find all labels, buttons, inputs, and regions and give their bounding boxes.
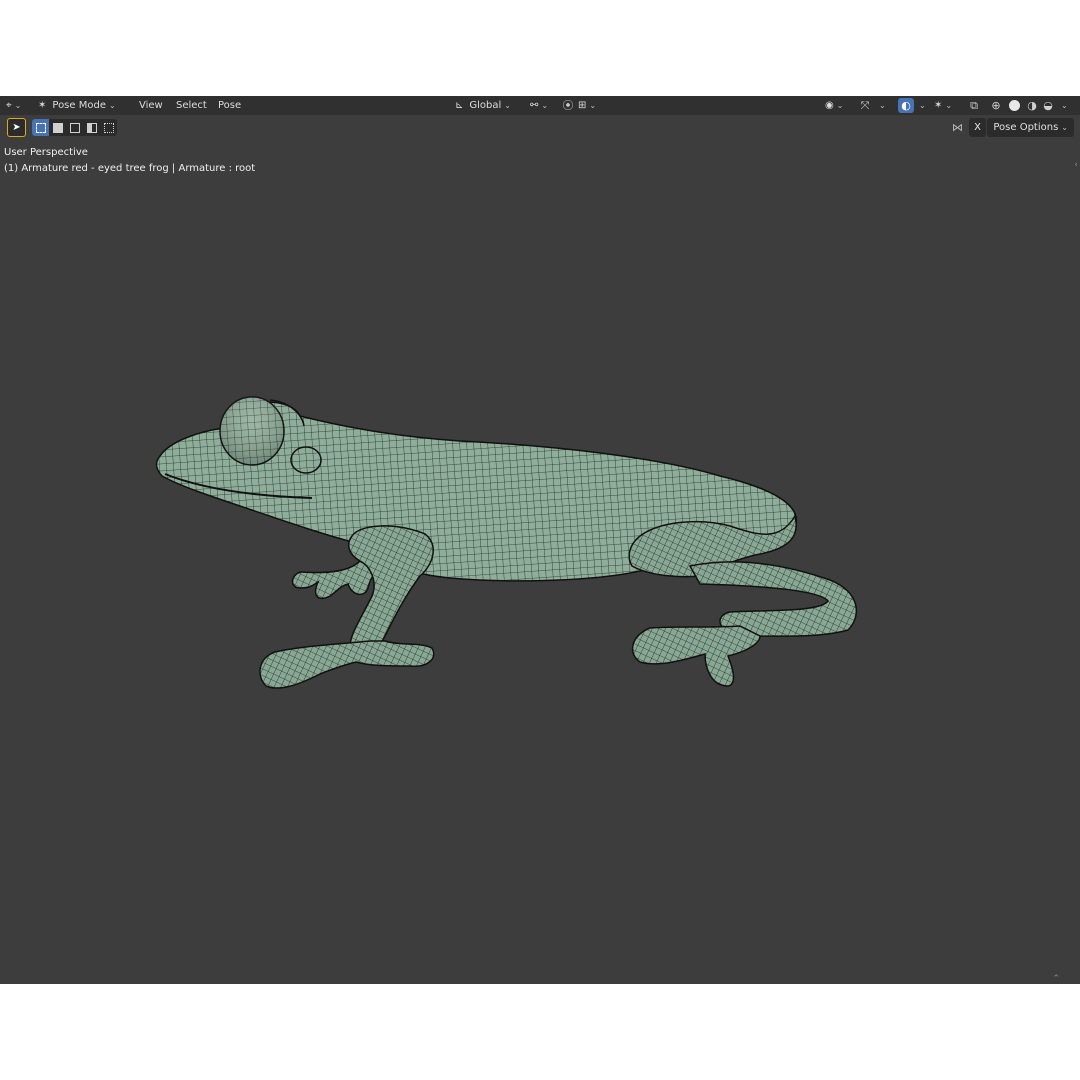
sidebar-toggle-icon[interactable]: ‹ [1074,160,1078,170]
select-invert-icon[interactable] [83,119,100,136]
chevron-down-icon: ⌄ [836,101,844,110]
select-intersect-icon[interactable] [100,119,117,136]
menu-view[interactable]: View [139,96,163,115]
frog-hind-foot [631,625,761,687]
chevron-down-icon: ⌄ [919,101,926,110]
mode-label: Pose Mode [52,100,106,111]
tool-settings-row: ➤ ⋈ X Pose Options ⌄ [0,115,1080,140]
selection-mode-group [32,119,117,136]
wireframe-shading-icon[interactable]: ⊕ [988,98,1004,113]
pivot-point-selector[interactable]: ⚯ ⌄ [530,96,548,115]
rendered-shading-icon[interactable]: ◒ [1040,98,1056,113]
menu-pose[interactable]: Pose [218,96,241,115]
select-tool-icon[interactable]: ➤ [7,118,26,137]
overlays-icon[interactable]: ◐ [898,98,914,113]
transform-orientation-selector[interactable]: ⊾ Global ⌄ [455,96,511,115]
pose-mode-icon: ✶ [38,100,47,111]
pose-options-label: Pose Options [993,122,1059,133]
gizmo-icon[interactable]: ⤧ [856,98,874,113]
overlays-dropdown[interactable]: ⌄ [916,96,926,115]
view-perspective-label: User Perspective [4,147,88,158]
chevron-down-icon: ⌄ [108,101,116,110]
mirror-icon: ⋈ [952,121,963,134]
select-extend-icon[interactable] [49,119,66,136]
menu-select[interactable]: Select [176,96,207,115]
material-shading-icon[interactable]: ◑ [1024,98,1040,113]
chevron-down-icon: ⌄ [945,101,953,110]
snap-icon[interactable]: ⦿ [560,98,576,113]
chevron-down-icon: ⌄ [14,101,22,110]
solid-shading-icon[interactable] [1006,98,1022,113]
snap-increment-icon: ⊞ [578,100,587,111]
mode-selector[interactable]: ✶ Pose Mode ⌄ [38,96,116,115]
frog-hind-shin [688,561,857,637]
editor-type-selector[interactable]: ⌖ ⌄ [6,96,21,115]
pose-options-dropdown[interactable]: Pose Options ⌄ [987,118,1074,137]
snap-target-selector[interactable]: ⊞ ⌄ [578,96,596,115]
axes-icon: ⊾ [455,100,464,111]
viewport-canvas[interactable] [0,96,1080,984]
editor-type-icon: ⌖ [6,100,12,111]
bone-icon: ✶ [934,100,943,111]
xray-icon[interactable]: ⧉ [966,98,982,113]
select-subtract-icon[interactable] [66,119,83,136]
visibility-selector[interactable]: ◉ ⌄ [825,96,843,115]
viewport-header: ⌖ ⌄ ✶ Pose Mode ⌄ View Select Pose ⊾ Glob… [0,96,1080,115]
bone-overlays-selector[interactable]: ✶ ⌄ [934,96,952,115]
chevron-down-icon: ⌄ [504,101,511,110]
frog-front-foot [259,640,435,689]
active-object-info: (1) Armature red - eyed tree frog | Arma… [4,163,256,174]
x-mirror-toggle[interactable]: X [969,118,986,137]
gizmo-dropdown[interactable]: ⌄ [876,96,886,115]
shading-dropdown[interactable]: ⌄ [1058,96,1068,115]
frog-tympanum [290,446,322,474]
pivot-icon: ⚯ [530,100,539,111]
eye-icon: ◉ [825,100,834,111]
frog-mesh[interactable] [155,396,857,689]
select-new-icon[interactable] [32,119,49,136]
transform-orientation-label: Global [469,100,502,111]
chevron-down-icon: ⌄ [1061,101,1068,110]
chevron-down-icon: ⌄ [589,101,597,110]
collapse-up-icon[interactable]: ⌃ [1052,974,1060,984]
blender-3d-viewport[interactable]: ⌖ ⌄ ✶ Pose Mode ⌄ View Select Pose ⊾ Glob… [0,96,1080,984]
chevron-down-icon: ⌄ [879,101,886,110]
chevron-down-icon: ⌄ [1061,123,1068,132]
chevron-down-icon: ⌄ [541,101,549,110]
